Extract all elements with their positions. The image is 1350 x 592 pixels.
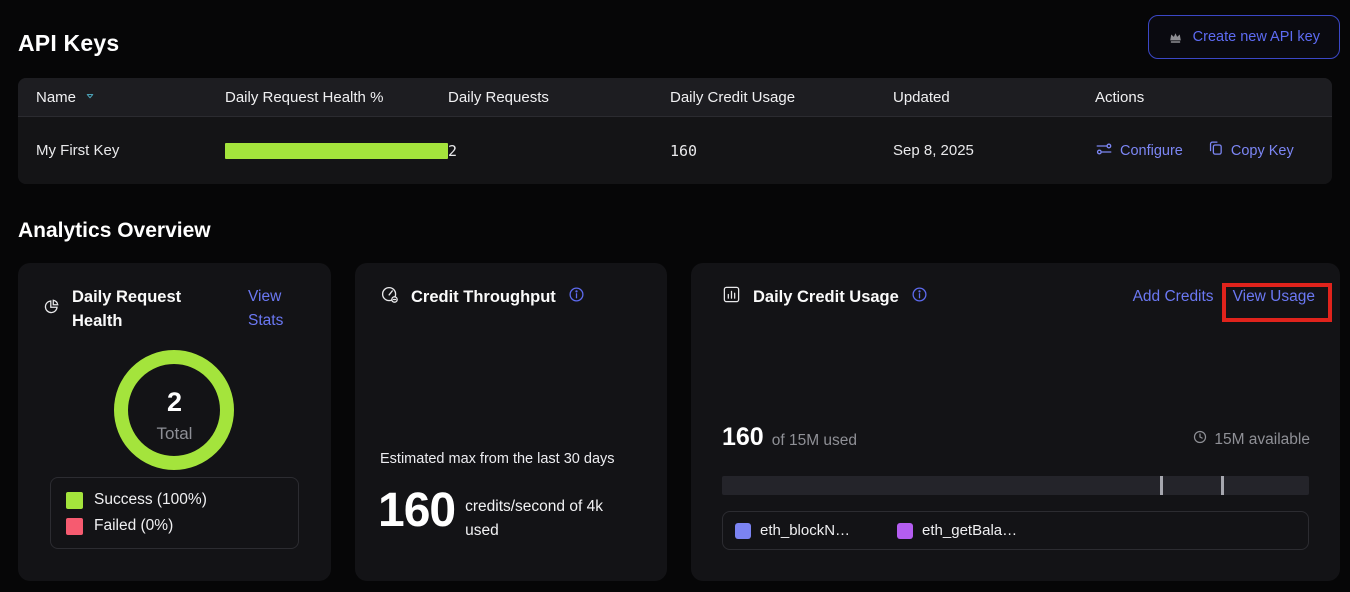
info-icon[interactable]	[911, 286, 928, 308]
credit-usage-progress-bar	[722, 476, 1309, 495]
api-key-name: My First Key	[36, 142, 225, 159]
usage-legend: eth_blockN… eth_getBala…	[722, 511, 1309, 550]
column-header-health: Daily Request Health %	[225, 89, 448, 106]
analytics-title: Analytics Overview	[18, 219, 211, 243]
throughput-value: 160	[378, 485, 455, 543]
table-header-row: Name Daily Request Health % Daily Reques…	[18, 78, 1332, 116]
legend-failed-label: Failed (0%)	[94, 517, 173, 535]
column-header-requests: Daily Requests	[448, 89, 670, 106]
pie-chart-icon	[43, 298, 60, 320]
column-header-name[interactable]: Name	[36, 89, 225, 106]
updated-value: Sep 8, 2025	[893, 142, 1095, 159]
legend-item-failed: Failed (0%)	[66, 517, 283, 535]
configure-link[interactable]: Configure	[1095, 140, 1183, 162]
credit-throughput-card: Credit Throughput Estimated max from the…	[355, 263, 667, 581]
credits-used-suffix: of 15M used	[772, 432, 857, 450]
card-title: Credit Throughput	[411, 285, 556, 309]
failed-swatch	[66, 518, 83, 535]
clock-icon	[1192, 429, 1208, 450]
page-title: API Keys	[18, 30, 119, 57]
api-keys-table: Name Daily Request Health % Daily Reques…	[18, 78, 1332, 184]
throughput-subtitle: Estimated max from the last 30 days	[380, 451, 615, 467]
legend-item-eth-blocknumber: eth_blockN…	[735, 522, 850, 539]
create-api-key-button[interactable]: Create new API key	[1148, 15, 1340, 59]
add-credits-link[interactable]: Add Credits	[1133, 285, 1214, 309]
daily-credit-usage-card: Daily Credit Usage Add Credits View Usag…	[691, 263, 1340, 581]
copy-key-link[interactable]: Copy Key	[1207, 140, 1294, 161]
column-header-credit-usage: Daily Credit Usage	[670, 89, 893, 106]
view-usage-link[interactable]: View Usage	[1233, 285, 1315, 309]
column-header-actions: Actions	[1095, 89, 1332, 106]
bar-chart-icon	[722, 285, 741, 309]
eth-getbalance-swatch	[897, 523, 913, 539]
create-api-key-label: Create new API key	[1193, 29, 1320, 45]
daily-requests-value: 2	[448, 142, 670, 160]
dashboard-page: API Keys Create new API key Name Daily R…	[0, 0, 1350, 592]
success-swatch	[66, 492, 83, 509]
legend-item-eth-getbalance: eth_getBala…	[897, 522, 1017, 539]
crown-icon	[1168, 30, 1183, 45]
credits-used-value: 160	[722, 423, 764, 452]
sort-chevron-icon	[84, 89, 96, 106]
configure-label: Configure	[1120, 143, 1183, 159]
legend-item-success: Success (100%)	[66, 491, 283, 509]
donut-total-value: 2	[18, 387, 331, 418]
throughput-suffix: credits/second of 4k used	[465, 495, 625, 543]
column-header-updated: Updated	[893, 89, 1095, 106]
health-legend: Success (100%) Failed (0%)	[50, 477, 299, 549]
table-row[interactable]: My First Key 2 160 Sep 8, 2025 Configure	[18, 116, 1332, 184]
view-stats-link[interactable]: View Stats	[248, 285, 306, 333]
info-icon[interactable]	[568, 286, 585, 308]
column-header-name-label: Name	[36, 89, 76, 106]
daily-credit-usage-value: 160	[670, 142, 893, 160]
gauge-icon	[380, 285, 399, 309]
eth-blocknumber-swatch	[735, 523, 751, 539]
copy-icon	[1207, 140, 1224, 161]
copy-key-label: Copy Key	[1231, 143, 1294, 159]
progress-tick	[1221, 476, 1224, 495]
donut-total-label: Total	[18, 424, 331, 444]
eth-blocknumber-label: eth_blockN…	[760, 522, 850, 539]
progress-tick	[1160, 476, 1163, 495]
health-bar	[225, 143, 448, 159]
card-title: Daily Request Health	[72, 285, 202, 333]
row-actions: Configure Copy Key	[1095, 140, 1332, 162]
card-title: Daily Credit Usage	[753, 285, 899, 309]
sliders-icon	[1095, 140, 1113, 162]
health-bar-cell	[225, 143, 448, 159]
legend-success-label: Success (100%)	[94, 491, 207, 509]
credits-available-label: 15M available	[1214, 431, 1310, 449]
daily-request-health-card: Daily Request Health View Stats 2 Total …	[18, 263, 331, 581]
eth-getbalance-label: eth_getBala…	[922, 522, 1017, 539]
